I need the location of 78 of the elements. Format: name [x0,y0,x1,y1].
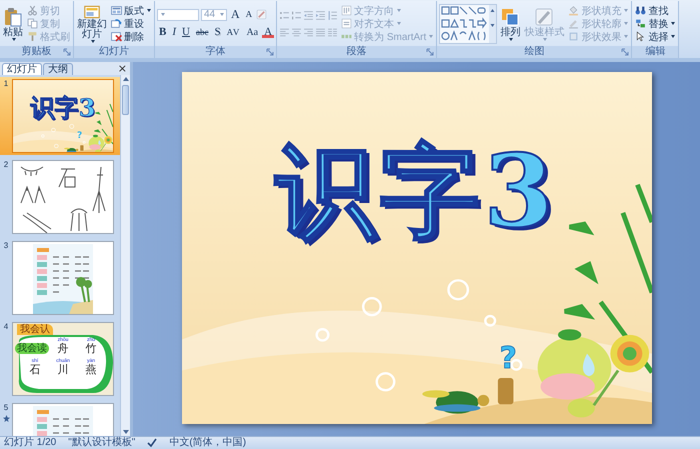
justify-icon[interactable] [315,26,326,38]
clipboard-icon [3,6,23,26]
reset-icon [111,18,122,29]
character: 石 [30,364,40,377]
dialog-launcher-icon[interactable] [621,48,630,56]
character: 舟 [58,343,68,356]
columns-icon[interactable] [327,26,338,38]
slide-number: 3 [4,241,8,250]
line-spacing-icon[interactable] [327,10,338,20]
copy-icon [27,18,38,29]
increase-indent-icon[interactable] [315,10,326,20]
group-label: 编辑 [644,46,666,58]
caret-icon [220,13,224,16]
language-indicator[interactable]: 中文(简体，中国) [169,437,246,449]
align-right-icon[interactable] [303,26,314,38]
panel-tab[interactable]: 大纲 [43,63,73,75]
text-direction-icon [341,5,352,16]
spell-check-icon[interactable] [147,438,158,448]
slide-icon [84,4,100,20]
scissors-icon [27,5,38,16]
shape-gallery-drawing[interactable] [439,4,498,44]
replace-button[interactable]: 替换 [634,17,676,30]
group-label: 剪贴板 [20,46,52,58]
bullet-list-icon[interactable] [279,10,290,20]
align-left-icon[interactable] [279,26,290,38]
select-button[interactable]: 选择 [634,30,676,43]
slide-thumbnail-item[interactable]: 5 [0,401,120,436]
layout-icon [111,5,122,16]
dialog-launcher-icon[interactable] [63,48,71,56]
paint-bucket-icon [568,5,580,16]
effects-icon [568,31,580,42]
delete-slide-button[interactable]: 删除 [110,30,152,43]
find-button[interactable]: 查找 [634,4,676,17]
pencil-icon [568,18,580,29]
arrange-button[interactable]: 排列 [499,6,522,40]
brush-icon [27,31,38,42]
slide-badge: 我会读 [15,343,49,354]
layout-button[interactable]: 版式 [110,4,152,17]
theme-name: "默认设计模板" [68,437,136,449]
slide-title: 识字3 [276,136,558,246]
slide-number: 5 [4,403,8,412]
character: 川 [58,364,68,377]
slide-number: 2 [4,160,8,169]
scrollbar[interactable] [120,75,130,436]
cursor-icon [635,31,646,42]
reset-button[interactable]: 重设 [110,17,152,30]
stacked-shapes-icon [500,6,520,26]
paste-button[interactable]: 粘贴 [2,6,24,40]
slide-number: 4 [4,322,8,331]
character: 竹 [86,343,96,356]
replace-icon [635,18,646,29]
group-label: 绘图 [523,46,546,58]
caret-icon [161,13,165,16]
group-label: 幻灯片 [98,46,130,58]
dialog-launcher-icon[interactable] [426,48,434,56]
new-slide-button[interactable]: 新建幻灯片 [76,4,108,43]
close-button[interactable]: × [114,63,130,75]
question-mark: ? [77,132,82,141]
pen-icon [534,6,554,26]
align-text-icon [341,18,352,29]
slide-counter: 幻灯片 1/20 [4,437,56,449]
slide-title: 识字3 [30,92,96,124]
slide-thumbnail-item[interactable]: 2 [0,158,120,236]
panel-tab[interactable]: 幻灯片 [2,63,42,75]
numbered-list-icon[interactable] [291,10,302,20]
question-mark: ? [500,344,517,374]
slide-thumbnail-item[interactable]: 3 [0,239,120,317]
slide-number: 1 [4,79,8,88]
clear-formatting-icon[interactable] [256,9,268,20]
align-center-icon[interactable] [291,26,302,38]
group-label: 字体 [204,46,227,58]
slide-tag: 我会认 [17,324,53,335]
delete-icon [111,31,122,42]
slide-thumbnail-item[interactable]: 1 识字3 ? [0,77,120,155]
decrease-indent-icon[interactable] [303,10,314,20]
binoculars-icon [635,5,646,16]
character: 燕 [86,364,96,377]
group-label: 段落 [346,46,368,58]
